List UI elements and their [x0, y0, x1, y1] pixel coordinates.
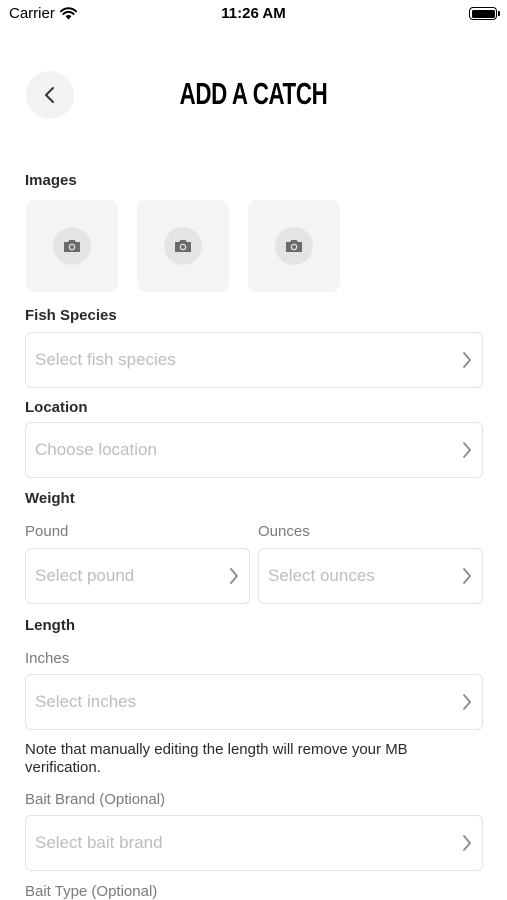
ounces-placeholder: Select ounces	[268, 566, 375, 585]
fish-species-placeholder: Select fish species	[35, 350, 176, 369]
chevron-right-icon	[463, 352, 471, 368]
back-button[interactable]	[26, 71, 74, 119]
chevron-right-icon	[463, 694, 471, 710]
inches-label: Inches	[25, 650, 70, 667]
bait-type-label: Bait Type (Optional)	[25, 883, 158, 900]
chevron-right-icon	[463, 568, 471, 584]
chevron-left-icon	[45, 87, 54, 103]
location-label: Location	[25, 399, 88, 416]
chevron-right-icon	[463, 442, 471, 458]
battery-icon	[469, 7, 500, 20]
image-slot-3[interactable]	[248, 200, 340, 292]
chevron-right-icon	[463, 835, 471, 851]
page-title: ADD A CATCH	[179, 76, 328, 111]
location-select[interactable]: Choose location	[25, 422, 483, 478]
location-placeholder: Choose location	[35, 440, 157, 459]
ounces-label: Ounces	[258, 523, 310, 540]
bait-brand-placeholder: Select bait brand	[35, 833, 163, 852]
chevron-right-icon	[230, 568, 238, 584]
status-bar: Carrier 11:26 AM	[0, 0, 507, 30]
camera-icon	[64, 240, 80, 252]
image-slot-2[interactable]	[137, 200, 229, 292]
ounces-select[interactable]: Select ounces	[258, 548, 483, 604]
fish-species-label: Fish Species	[25, 307, 117, 324]
bait-brand-label: Bait Brand (Optional)	[25, 791, 166, 808]
pound-placeholder: Select pound	[35, 566, 135, 585]
image-slot-1[interactable]	[26, 200, 118, 292]
camera-icon	[286, 240, 302, 252]
fish-species-select[interactable]: Select fish species	[25, 332, 483, 388]
bait-brand-select[interactable]: Select bait brand	[25, 815, 483, 871]
weight-label: Weight	[25, 490, 75, 507]
status-time: 11:26 AM	[221, 5, 286, 22]
camera-icon	[175, 240, 191, 252]
images-label: Images	[25, 172, 77, 189]
inches-select[interactable]: Select inches	[25, 674, 483, 730]
pound-label: Pound	[25, 523, 69, 540]
inches-placeholder: Select inches	[35, 692, 137, 711]
length-verification-note: Note that manually editing the length wi…	[25, 741, 408, 776]
pound-select[interactable]: Select pound	[25, 548, 250, 604]
length-label: Length	[25, 617, 75, 634]
